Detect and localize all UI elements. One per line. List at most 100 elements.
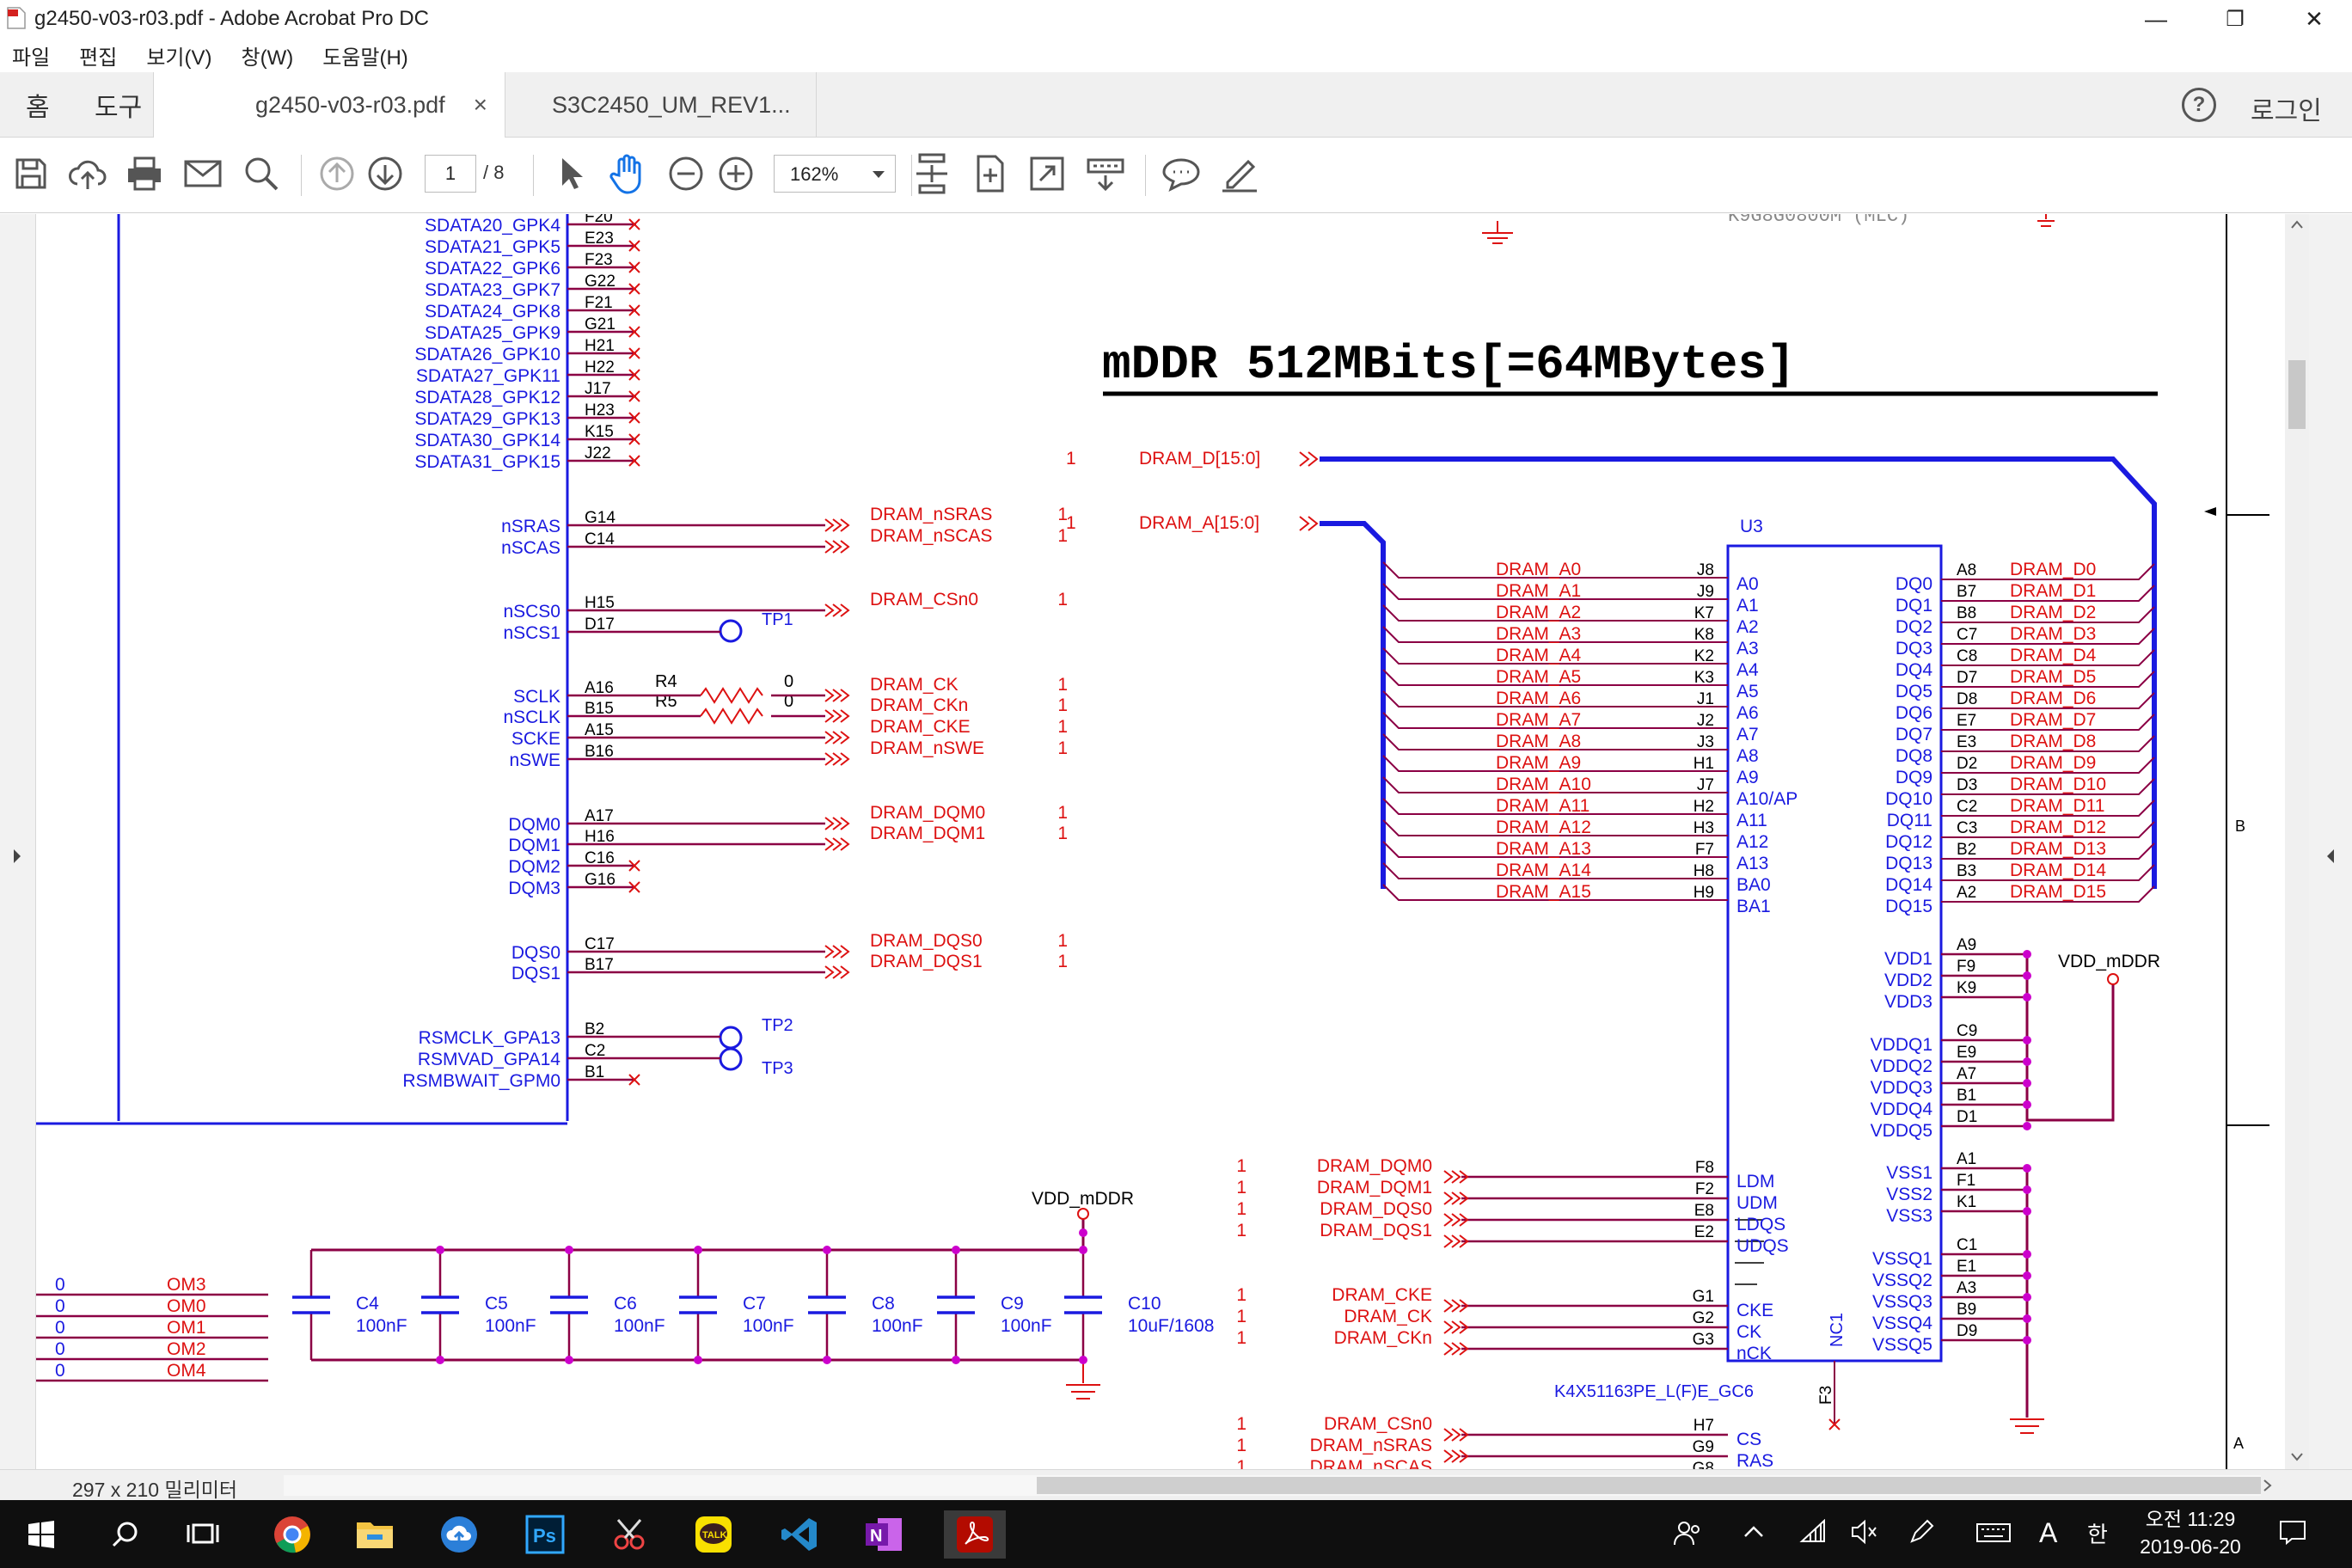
vscode-icon[interactable] <box>775 1510 824 1559</box>
u3-ball: B9 <box>1957 1301 1976 1319</box>
scroll-mode-icon[interactable] <box>910 151 954 196</box>
data-net-label: DRAM_D13 <box>2010 839 2106 859</box>
fit-page-icon[interactable] <box>968 151 1013 196</box>
cloud-upload-icon[interactable] <box>65 151 110 196</box>
snipping-tool-icon[interactable] <box>605 1510 653 1559</box>
volume-muted-icon[interactable] <box>1850 1519 1879 1551</box>
u3-ball: K1 <box>1957 1193 1976 1211</box>
hand-tool-icon[interactable] <box>605 151 650 196</box>
menu-window[interactable]: 창(W) <box>242 40 294 70</box>
email-icon[interactable] <box>181 151 225 196</box>
tab-home[interactable]: 홈 <box>26 72 50 138</box>
u3-ball: H1 <box>1694 755 1714 773</box>
clock[interactable]: 오전 11:29 2019-06-20 <box>2122 1505 2259 1560</box>
pin-ball-label: K15 <box>585 423 614 441</box>
sheet-ref-num: 1 <box>1057 526 1068 546</box>
sheet-ref-num: 1 <box>1057 695 1068 715</box>
toolbar-separator <box>1145 155 1146 196</box>
zoom-in-icon[interactable] <box>714 151 758 196</box>
ime-mode[interactable]: A <box>2039 1517 2057 1549</box>
onenote-icon[interactable]: N <box>860 1510 908 1559</box>
schematic-page: B A K9G8G0800M (MLC) mDDR 512MBits[=64MB… <box>36 214 2269 1469</box>
wifi-icon[interactable] <box>1798 1518 1828 1551</box>
u3-pin-name: A2 <box>1736 617 1759 637</box>
pin-net-label: nSCS1 <box>503 623 560 643</box>
start-windows-icon[interactable] <box>17 1510 65 1559</box>
sheet-ref-num: 1 <box>1057 952 1068 971</box>
select-arrow-icon[interactable] <box>548 151 593 196</box>
page-down-icon[interactable] <box>363 151 407 196</box>
u3-ball: A1 <box>1957 1150 1976 1168</box>
minimize-button[interactable]: — <box>2116 0 2196 38</box>
page-up-icon[interactable] <box>315 151 359 196</box>
u3-ball: E3 <box>1957 733 1976 751</box>
u3-pin-name: VSS2 <box>1886 1185 1932 1204</box>
tray-chevron-up-icon[interactable] <box>1742 1519 1766 1551</box>
vertical-scrollbar[interactable] <box>2285 214 2309 1469</box>
close-button[interactable]: ✕ <box>2275 0 2352 38</box>
fullscreen-icon[interactable] <box>1025 151 1069 196</box>
save-icon[interactable] <box>9 151 53 196</box>
kakaotalk-icon[interactable]: TALK <box>689 1510 738 1559</box>
people-icon[interactable] <box>1673 1519 1702 1554</box>
scroll-up-icon[interactable] <box>2290 219 2304 230</box>
pin-net-label: SCKE <box>511 729 560 749</box>
zoom-select[interactable]: 162% <box>774 155 896 193</box>
pin-net-label: SDATA28_GPK12 <box>414 388 560 407</box>
junction-dot <box>2023 1122 2031 1130</box>
tab-label: g2450-v03-r03.pdf <box>255 91 445 118</box>
offpage-net-label: DRAM_DQM0 <box>1317 1156 1432 1176</box>
menu-file[interactable]: 파일 <box>12 40 50 70</box>
login-button[interactable]: 로그인 <box>2251 89 2322 127</box>
task-view-icon[interactable] <box>179 1510 227 1559</box>
read-mode-icon[interactable] <box>1083 151 1128 196</box>
pin-ball-label: H23 <box>585 401 615 420</box>
restore-button[interactable]: ❐ <box>2196 0 2275 38</box>
vertical-scroll-thumb[interactable] <box>2288 360 2306 429</box>
u3-pin-name: CKE <box>1736 1301 1773 1320</box>
tab-document[interactable]: S3C2450_UM_REV1... <box>507 72 817 138</box>
svg-text:TALK: TALK <box>702 1530 727 1540</box>
horizontal-scrollbar[interactable] <box>284 1475 2261 1496</box>
photoshop-icon[interactable]: Ps <box>521 1510 569 1559</box>
menu-help[interactable]: 도움말(H) <box>322 40 408 70</box>
offpage-connector-icon <box>824 837 850 851</box>
onedrive-icon[interactable] <box>435 1510 483 1559</box>
zoom-out-icon[interactable] <box>664 151 708 196</box>
search-icon[interactable] <box>239 151 284 196</box>
ime-korean[interactable]: 한 <box>2087 1517 2108 1549</box>
offpage-connector-icon <box>824 540 850 554</box>
junction-dot <box>2023 1250 2031 1259</box>
page-number-input[interactable] <box>425 155 476 193</box>
scroll-right-icon[interactable] <box>2263 1479 2273 1492</box>
tab-document-active[interactable]: g2450-v03-r03.pdf × <box>153 72 505 138</box>
search-icon[interactable] <box>101 1510 150 1559</box>
comment-icon[interactable] <box>1159 151 1204 196</box>
svg-text:Ps: Ps <box>533 1525 556 1547</box>
notification-icon[interactable] <box>2278 1519 2307 1551</box>
print-icon[interactable] <box>122 151 167 196</box>
tab-close-icon[interactable]: × <box>474 91 487 119</box>
scroll-down-icon[interactable] <box>2290 1452 2304 1462</box>
u3-ball: E9 <box>1957 1044 1976 1062</box>
u3-pin-name: DQ0 <box>1896 574 1932 594</box>
menu-edit[interactable]: 편집 <box>79 40 117 70</box>
horizontal-scroll-thumb[interactable] <box>1037 1477 2261 1494</box>
keyboard-icon[interactable] <box>1975 1519 2012 1551</box>
chrome-icon[interactable] <box>268 1510 316 1559</box>
help-icon[interactable]: ? <box>2182 88 2216 122</box>
addr-net-label: DRAM_A5 <box>1496 667 1581 687</box>
u3-ball: D1 <box>1957 1108 1977 1126</box>
pen-icon[interactable] <box>1907 1519 1936 1551</box>
tab-tools[interactable]: 도구 <box>95 72 142 138</box>
sign-pen-icon[interactable] <box>1217 151 1262 196</box>
data-net-label: DRAM_D2 <box>2010 603 2096 622</box>
om-net-label: OM3 <box>167 1275 206 1295</box>
chevron-left-icon[interactable] <box>2324 846 2337 867</box>
data-net-label: DRAM_D0 <box>2010 560 2096 579</box>
pin-net-label: nSCS0 <box>503 602 560 622</box>
menu-view[interactable]: 보기(V) <box>146 40 211 70</box>
file-explorer-icon[interactable] <box>351 1510 399 1559</box>
acrobat-taskbar-icon[interactable] <box>944 1510 1006 1559</box>
offpage-net-label: DRAM_nSWE <box>870 738 984 758</box>
